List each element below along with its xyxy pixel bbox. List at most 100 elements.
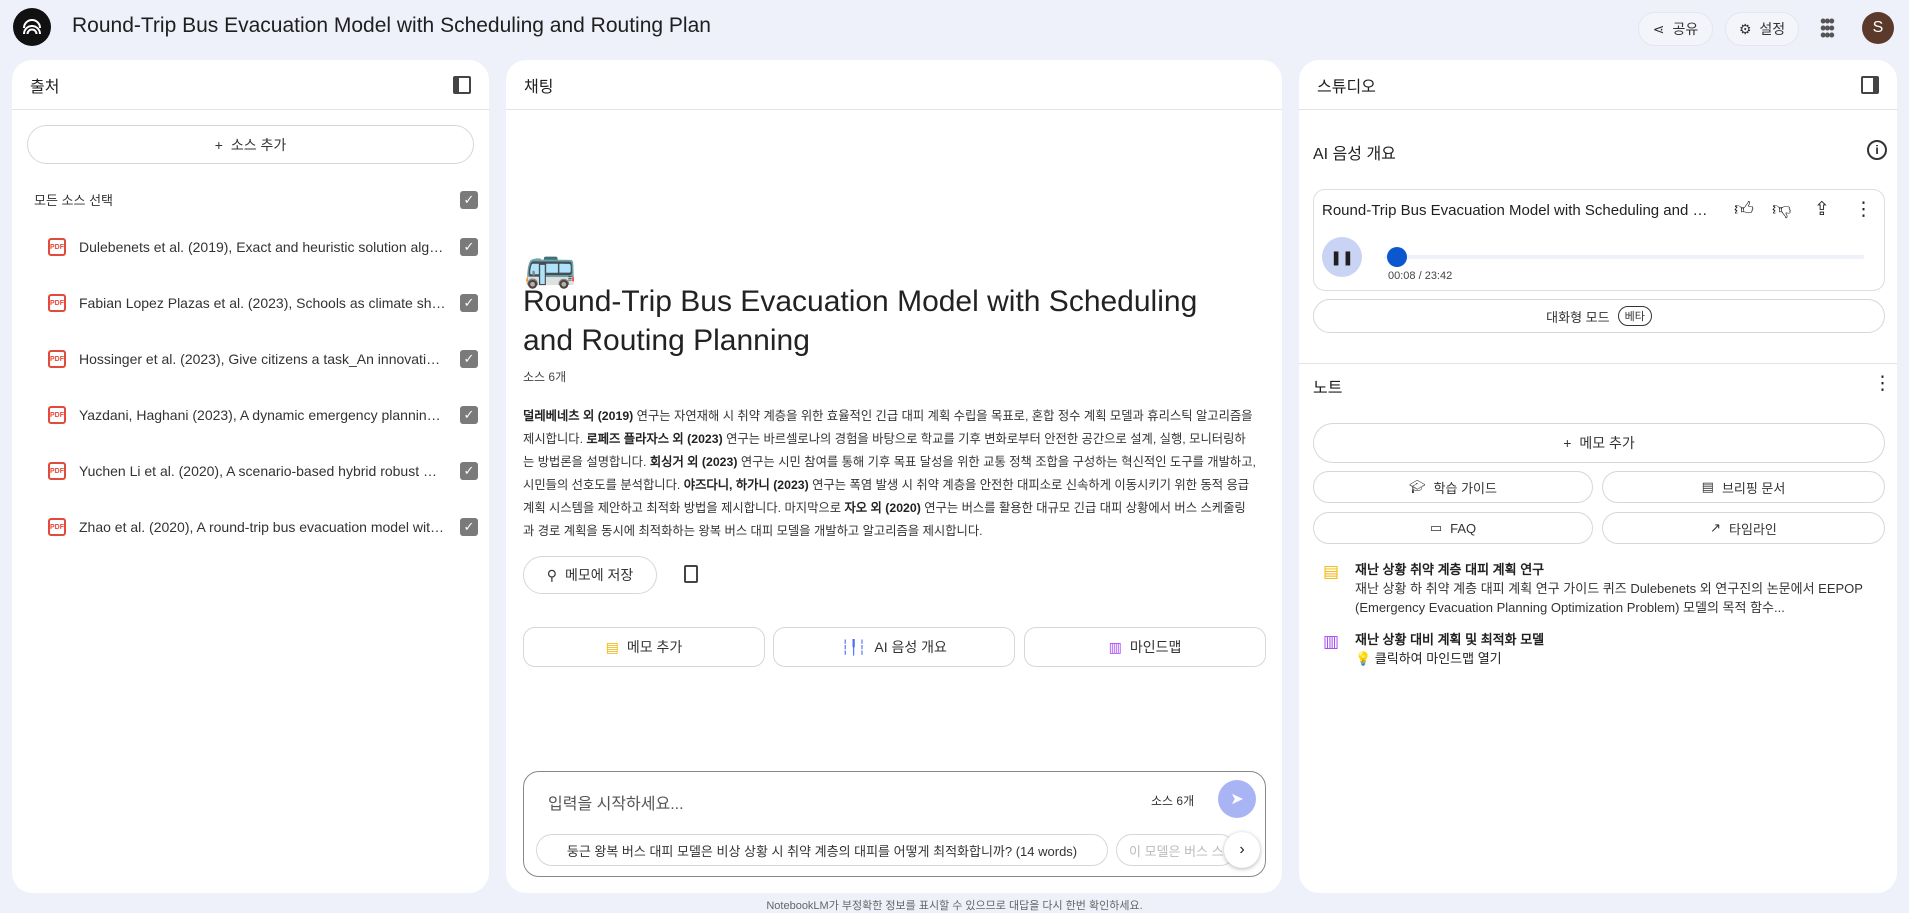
note-icon: ▤ [605, 638, 619, 655]
checkbox-icon[interactable]: ✓ [460, 238, 478, 256]
beta-badge: 베타 [1617, 306, 1652, 326]
checkbox-icon[interactable]: ✓ [460, 518, 478, 536]
info-icon[interactable]: i [1867, 140, 1887, 160]
action-label: 메모 추가 [626, 639, 683, 655]
suggestion-chip[interactable]: 이 모델은 버스 스케줄링 [1116, 834, 1236, 866]
suggestion-chip[interactable]: 둥근 왕복 버스 대피 모델은 비상 상황 시 취약 계층의 대피를 어떻게 최… [536, 834, 1108, 866]
source-title: Yazdani, Haghani (2023), A dynamic emerg… [79, 407, 447, 423]
progress-knob[interactable] [1386, 247, 1407, 267]
plus-icon: + [1563, 435, 1572, 451]
select-all-row[interactable]: 모든 소스 선택 ✓ [34, 190, 478, 209]
tool-label: FAQ [1450, 520, 1477, 536]
add-note-button[interactable]: + 메모 추가 [1313, 423, 1885, 463]
save-note-label: 메모에 저장 [564, 567, 634, 583]
add-source-button[interactable]: + 소스 추가 [27, 125, 474, 164]
add-source-label: 소스 추가 [230, 136, 287, 153]
share-label: 공유 [1672, 21, 1699, 37]
audio-player-card: Round-Trip Bus Evacuation Model with Sch… [1313, 189, 1885, 291]
plus-icon: + [214, 136, 223, 153]
study-guide-button[interactable]: 🎓︎ 학습 가이드 [1313, 471, 1593, 503]
source-title: Zhao et al. (2020), A round-trip bus eva… [79, 519, 447, 535]
copy-icon[interactable] [684, 565, 698, 583]
studio-panel: 스튜디오 AI 음성 개요 i Round-Trip Bus Evacuatio… [1299, 60, 1897, 893]
footer-disclaimer: NotebookLM가 부정확한 정보를 표시할 수 있으므로 대답을 다시 한… [766, 900, 1143, 912]
pause-icon: ❚❚ [1330, 248, 1354, 265]
note-title: 재난 상황 취약 계층 대피 계획 연구 [1355, 562, 1545, 577]
gear-icon: ⚙ [1738, 20, 1752, 37]
timeline-button[interactable]: ↗ 타임라인 [1602, 512, 1885, 544]
tool-label: 타임라인 [1729, 521, 1777, 537]
notebook-heading: Round-Trip Bus Evacuation Model with Sch… [523, 285, 1198, 357]
faq-icon: ▭ [1429, 520, 1443, 535]
source-item[interactable]: PDF Yazdani, Haghani (2023), A dynamic em… [48, 406, 478, 424]
source-item[interactable]: PDF Zhao et al. (2020), A round-trip bus … [48, 518, 478, 536]
settings-label: 설정 [1759, 21, 1786, 37]
summary-citation: 야즈다니, 하가니 (2023) [683, 478, 809, 492]
checkbox-icon[interactable]: ✓ [460, 406, 478, 424]
scroll-right-button[interactable]: › [1224, 832, 1260, 868]
audio-overview-action-button[interactable]: ┆╿┆ AI 음성 개요 [773, 627, 1015, 667]
input-source-count: 소스 6개 [1151, 794, 1195, 808]
checkbox-icon[interactable]: ✓ [460, 462, 478, 480]
panel-title: 스튜디오 [1317, 78, 1376, 96]
source-title: Fabian Lopez Plazas et al. (2023), Schoo… [79, 295, 447, 311]
note-item[interactable]: ▤ 재난 상황 취약 계층 대피 계획 연구 재난 상황 하 취약 계층 대피 계… [1323, 560, 1883, 617]
select-all-label: 모든 소스 선택 [34, 193, 113, 208]
source-item[interactable]: PDF Hossinger et al. (2023), Give citizen… [48, 350, 478, 368]
thumbs-up-icon[interactable]: 👍︎ [1734, 198, 1754, 221]
pdf-icon: PDF [48, 462, 66, 480]
tool-label: 브리핑 문서 [1721, 480, 1786, 496]
waveform-icon: ┆╿┆ [841, 638, 867, 655]
source-title: Dulebenets et al. (2019), Exact and heur… [79, 239, 447, 255]
notebook-title[interactable]: Round-Trip Bus Evacuation Model with Sch… [72, 14, 712, 38]
app-logo[interactable] [13, 8, 51, 46]
checkbox-icon[interactable]: ✓ [460, 190, 478, 209]
more-vert-icon[interactable]: ⋮ [1854, 198, 1873, 221]
interactive-mode-button[interactable]: 대화형 모드 베타 [1313, 299, 1885, 333]
chat-input-box: 입력을 시작하세요... 소스 6개 ➤ 둥근 왕복 버스 대피 모델은 비상 … [523, 771, 1266, 877]
audio-time: 00:08 / 23:42 [1388, 270, 1453, 282]
notes-heading: 노트 [1313, 380, 1343, 397]
suggestion-label: 이 모델은 버스 스케줄링 [1129, 843, 1235, 859]
source-count: 소스 6개 [523, 370, 567, 384]
save-to-note-button[interactable]: ⚲ 메모에 저장 [523, 556, 657, 594]
pause-button[interactable]: ❚❚ [1322, 237, 1362, 277]
share-button[interactable]: ⋖ 공유 [1638, 12, 1713, 46]
more-vert-icon[interactable]: ⋮ [1873, 372, 1892, 395]
pdf-icon: PDF [48, 238, 66, 256]
apps-grid-icon[interactable]: ••• ••• ••• [1820, 12, 1835, 44]
faq-button[interactable]: ▭ FAQ [1313, 512, 1593, 544]
document-icon: ▤ [1701, 479, 1714, 494]
panel-title: 채팅 [524, 78, 554, 96]
collapse-panel-icon[interactable] [1861, 75, 1879, 94]
chat-input[interactable]: 입력을 시작하세요... [548, 790, 684, 814]
pdf-icon: PDF [48, 350, 66, 368]
panel-title: 출처 [30, 78, 60, 96]
sources-panel: 출처 + 소스 추가 모든 소스 선택 ✓ PDF Dulebenets et al.… [12, 60, 489, 893]
mindmap-action-button[interactable]: ▥ 마인드맵 [1024, 627, 1266, 667]
map-icon: ▥ [1323, 632, 1340, 651]
briefing-doc-button[interactable]: ▤ 브리핑 문서 [1602, 471, 1885, 503]
send-button[interactable]: ➤ [1218, 780, 1256, 818]
thumbs-down-icon[interactable]: 👎︎ [1772, 198, 1791, 221]
source-item[interactable]: PDF Yuchen Li et al. (2020), A scenario-b… [48, 462, 478, 480]
action-label: 마인드맵 [1129, 639, 1182, 655]
avatar[interactable]: S [1862, 12, 1894, 44]
collapse-panel-icon[interactable] [453, 75, 471, 94]
pdf-icon: PDF [48, 406, 66, 424]
source-item[interactable]: PDF Dulebenets et al. (2019), Exact and h… [48, 238, 478, 256]
pdf-icon: PDF [48, 518, 66, 536]
audio-progress-slider[interactable] [1384, 247, 1864, 267]
checkbox-icon[interactable]: ✓ [460, 294, 478, 312]
share-icon[interactable]: ⇪ [1814, 198, 1830, 221]
send-icon: ➤ [1230, 791, 1244, 808]
add-note-action-button[interactable]: ▤ 메모 추가 [523, 627, 765, 667]
pin-icon: ⚲ [546, 566, 557, 583]
checkbox-icon[interactable]: ✓ [460, 350, 478, 368]
source-item[interactable]: PDF Fabian Lopez Plazas et al. (2023), Sc… [48, 294, 478, 312]
audio-overview-heading: AI 음성 개요 [1313, 146, 1396, 163]
note-icon: ▤ [1323, 562, 1340, 581]
notebook-summary: 덜레베네츠 외 (2019) 연구는 자연재해 시 취약 계층을 위한 효율적인… [523, 405, 1256, 543]
settings-button[interactable]: ⚙ 설정 [1725, 12, 1799, 46]
note-item[interactable]: ▥ 재난 상황 대비 계획 및 최적화 모델 💡 클릭하여 마인드맵 열기 [1323, 630, 1883, 668]
